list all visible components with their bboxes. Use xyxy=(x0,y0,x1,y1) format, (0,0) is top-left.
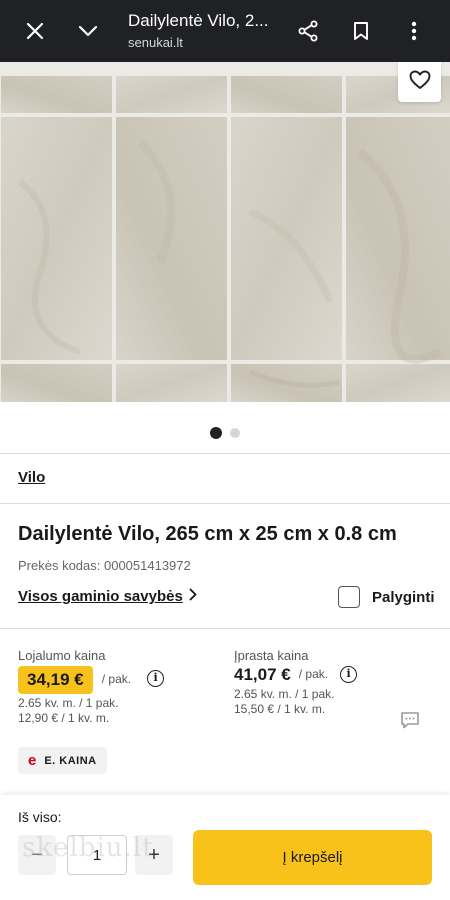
page-title: Dailylentė Vilo, 2... xyxy=(128,11,269,30)
chevron-right-icon xyxy=(189,588,197,605)
regular-price-label: Įprasta kaina xyxy=(234,648,309,663)
compare-toggle[interactable]: Palyginti xyxy=(338,586,435,608)
all-properties-link[interactable]: Visos gaminio savybės xyxy=(18,588,197,605)
close-icon[interactable] xyxy=(18,14,52,48)
divider xyxy=(0,628,450,629)
page-url: senukai.lt xyxy=(128,35,183,50)
favorite-button[interactable] xyxy=(398,62,441,102)
product-image[interactable] xyxy=(0,62,450,402)
bookmark-icon[interactable] xyxy=(344,14,378,48)
add-to-cart-bar: Iš viso: − 1 + Į krepšelį skelbiu.lt xyxy=(0,795,450,900)
divider xyxy=(0,453,450,454)
divider xyxy=(0,503,450,504)
regular-price-unit: / pak. xyxy=(298,667,329,681)
regular-price-block: Įprasta kaina 41,07 € / pak. i 2.65 kv. … xyxy=(234,648,358,717)
all-properties-label: Visos gaminio savybės xyxy=(18,588,183,605)
share-icon[interactable] xyxy=(291,14,325,48)
loyalty-price-label: Lojalumo kaina xyxy=(18,648,106,663)
info-icon[interactable]: i xyxy=(147,670,165,687)
e-price-label: E. KAINA xyxy=(44,754,97,767)
compare-checkbox[interactable] xyxy=(338,586,360,608)
e-price-icon: e xyxy=(28,752,37,769)
quantity-input[interactable]: 1 xyxy=(67,835,127,875)
regular-unit-price: 15,50 € / 1 kv. m. xyxy=(234,702,326,716)
e-price-badge[interactable]: e E. KAINA xyxy=(18,747,107,774)
heart-icon xyxy=(409,70,431,95)
carousel-dots xyxy=(0,427,450,439)
add-to-cart-button[interactable]: Į krepšelį xyxy=(193,830,432,885)
carousel-dot[interactable] xyxy=(230,428,240,438)
compare-label: Palyginti xyxy=(372,588,435,606)
quantity-increase-button[interactable]: + xyxy=(135,835,173,875)
info-icon[interactable]: i xyxy=(340,665,358,683)
loyalty-price: 34,19 € xyxy=(18,666,93,694)
total-label: Iš viso: xyxy=(18,809,62,825)
loyalty-package-size: 2.65 kv. m. / 1 pak. xyxy=(18,696,119,710)
regular-price: 41,07 € xyxy=(234,665,291,684)
loyalty-unit-price: 12,90 € / 1 kv. m. xyxy=(18,711,110,725)
chevron-down-icon[interactable] xyxy=(71,14,105,48)
quantity-decrease-button[interactable]: − xyxy=(18,835,56,875)
regular-package-size: 2.65 kv. m. / 1 pak. xyxy=(234,687,335,701)
brand-link[interactable]: Vilo xyxy=(18,469,45,486)
more-vertical-icon[interactable] xyxy=(397,14,431,48)
carousel-dot-active[interactable] xyxy=(210,427,222,439)
browser-topbar: Dailylentė Vilo, 2... senukai.lt xyxy=(0,0,450,62)
chat-icon[interactable] xyxy=(400,711,420,734)
product-title: Dailylentė Vilo, 265 cm x 25 cm x 0.8 cm xyxy=(18,523,397,545)
product-sku: Prekės kodas: 000051413972 xyxy=(18,558,191,573)
loyalty-price-unit: / pak. xyxy=(101,671,132,686)
loyalty-price-block: Lojalumo kaina 34,19 € / pak. i 2.65 kv.… xyxy=(18,648,165,726)
